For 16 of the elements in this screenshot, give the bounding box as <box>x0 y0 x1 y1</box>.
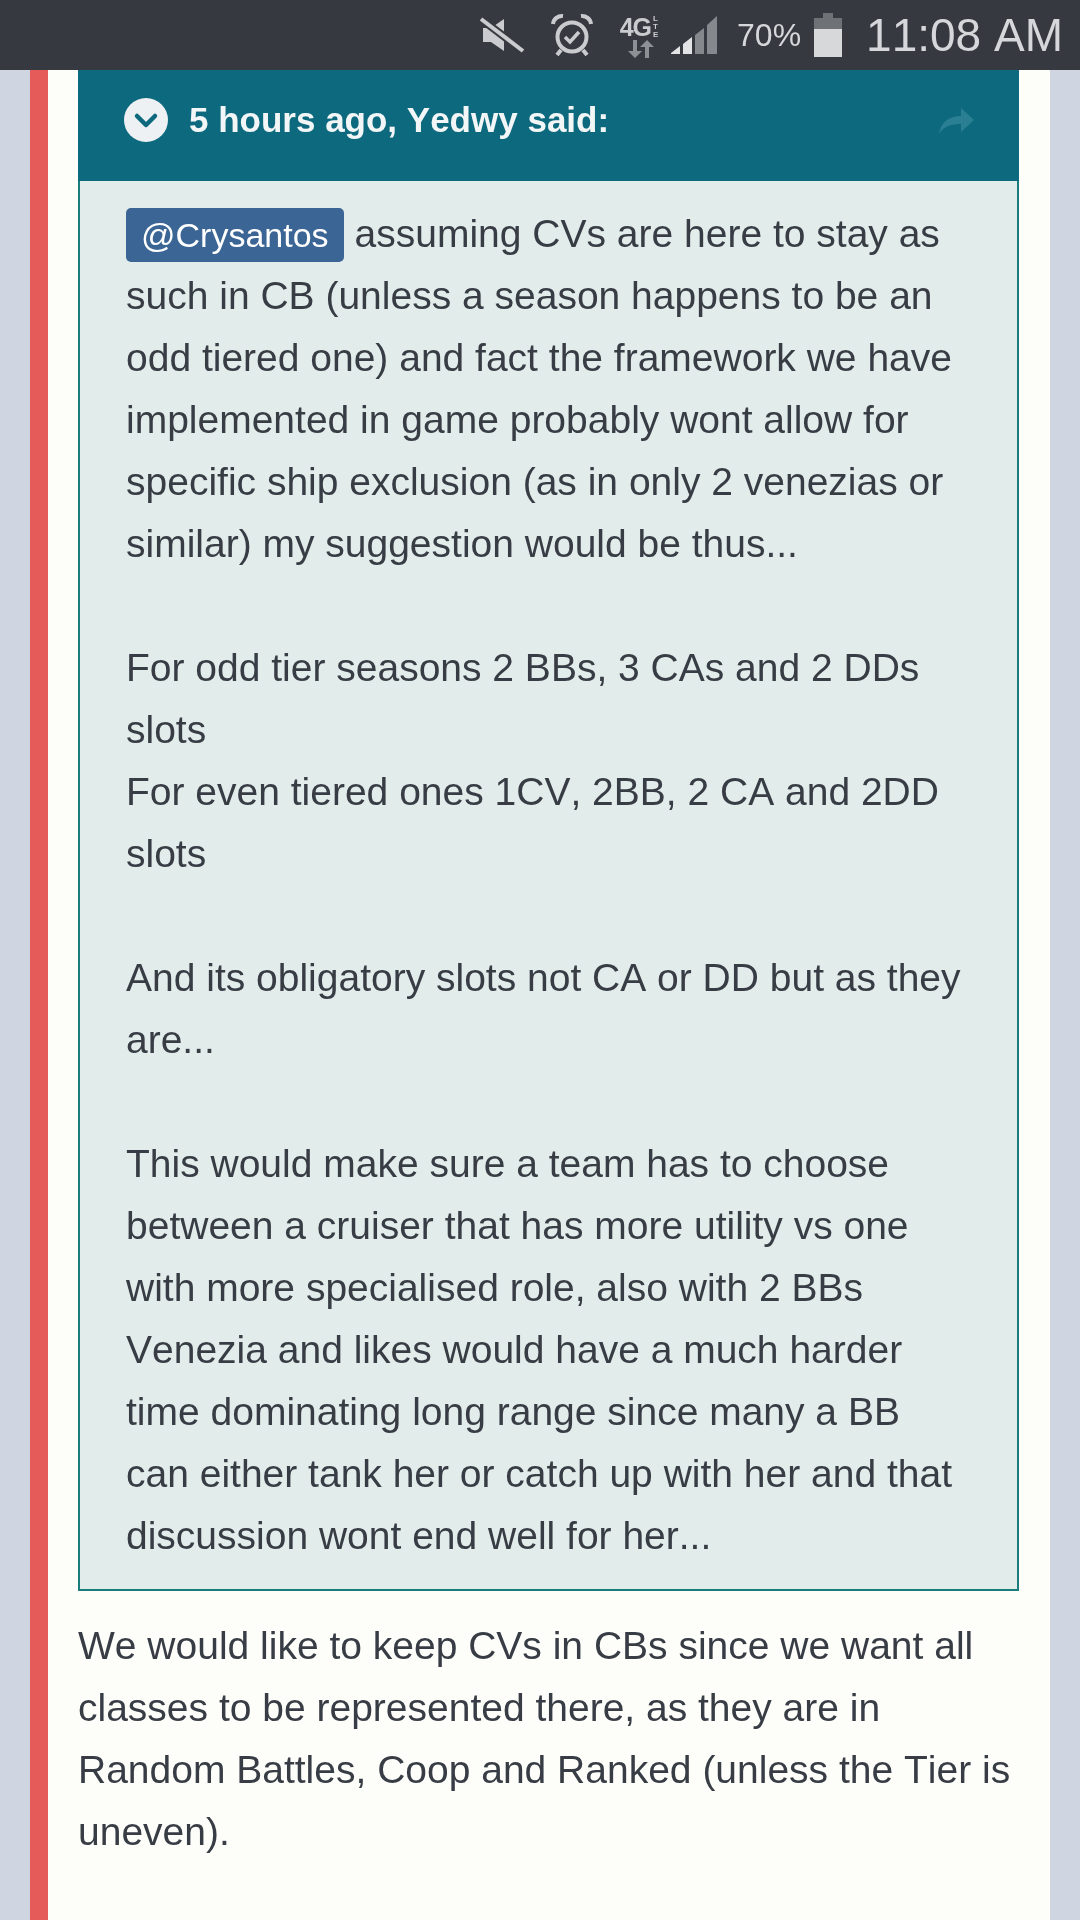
quote-paragraph: And its obligatory slots not CA or DD but as they are... <box>126 955 962 1063</box>
mention-link[interactable]: @Crysantos <box>126 208 344 262</box>
alarm-clock-icon <box>549 13 594 57</box>
reply-paragraph: We would like to keep CVs in CBs since we want all classes to be represented there, as they are in Random Battles, Coop and Ranked (unless the Tier is uneven). <box>78 1623 1012 1855</box>
quote-paragraph: This would make sure a team has to choose between a cruiser that has more utility vs one with more specialised role, also with 2 BBs Venezia and likes would have a much harder time dominating long range since many a BB can either tank her or catch up with her and that discussion wont end well for her... <box>126 1141 953 1559</box>
battery-icon <box>814 13 843 57</box>
quote-paragraph: @Crysantos assuming CVs are here to stay as such in CB (unless a season happens to be an odd tiered one) and fact the framework we have implemented in game probably wont allow for specific ship exclusion (as in only 2 venezias or similar) my suggestion would be thus... <box>126 203 967 575</box>
quote-paragraph: For odd tier seasons 2 BBs, 3 CAs and 2 DDs slots For even tiered ones 1CV, 2BB, 2 CA and 2DD slots <box>126 645 940 877</box>
network-subtype: LTE <box>653 14 660 39</box>
battery-percent: 70% <box>737 16 802 54</box>
quote-attribution: 5 hours ago, Yedwy said: <box>189 100 611 140</box>
chevron-down-icon[interactable] <box>124 98 168 142</box>
clock-time: 11:08 AM <box>866 8 1063 62</box>
mute-icon <box>478 17 525 53</box>
network-type: 4G <box>619 14 652 39</box>
signal-icon <box>671 16 718 54</box>
